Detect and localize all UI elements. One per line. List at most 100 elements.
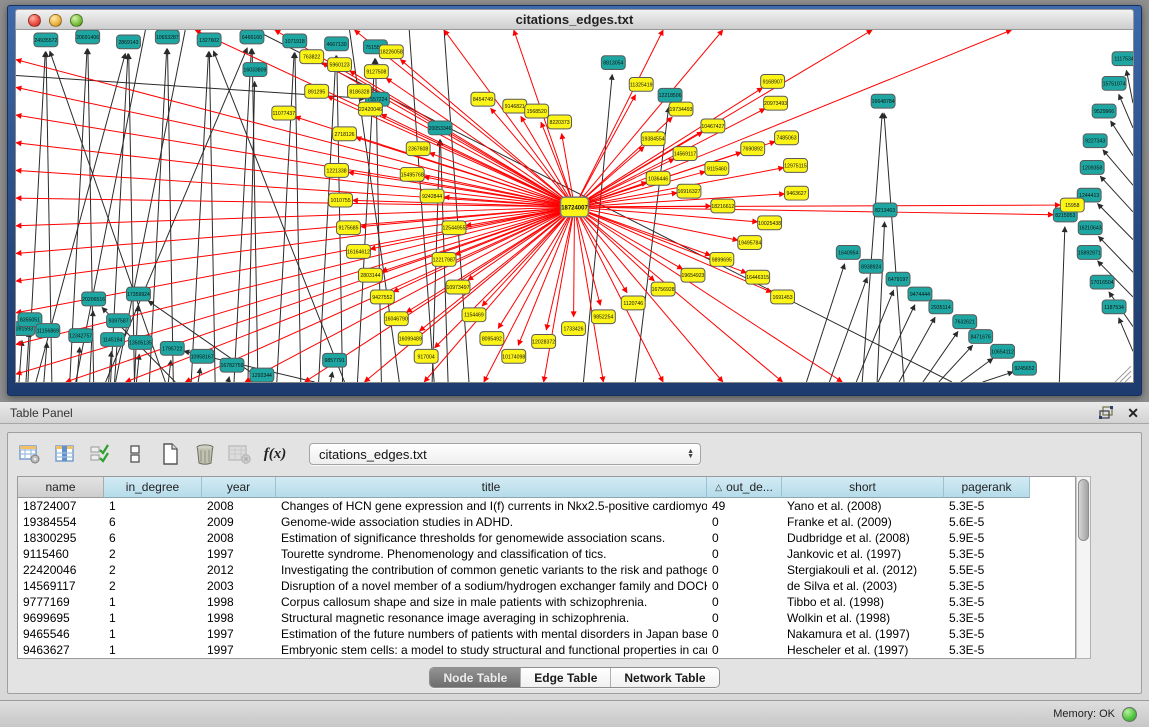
graph-node[interactable]: 15958 (1060, 198, 1084, 212)
graph-node[interactable]: 9427552 (370, 290, 394, 304)
graph-node[interactable]: 9168907 (761, 74, 785, 88)
table-row[interactable]: 1456911722003Disruption of a novel membe… (18, 578, 1075, 594)
graph-node[interactable]: 1292344 (250, 368, 274, 382)
graph-node[interactable]: 9857791 (323, 353, 347, 367)
graph-node[interactable]: 20973493 (764, 96, 788, 110)
table-row[interactable]: 977716911998Corpus callosum shape and si… (18, 594, 1075, 610)
graph-node[interactable]: 9529966 (1092, 104, 1116, 118)
graph-node[interactable]: 8471676 (969, 330, 993, 344)
table-cell[interactable]: 0 (707, 530, 782, 546)
graph-node[interactable]: 1568520 (525, 104, 549, 118)
table-cell[interactable]: 1997 (202, 626, 276, 642)
memory-status-light[interactable] (1122, 707, 1137, 722)
new-document-icon[interactable] (157, 441, 183, 467)
table-cell[interactable]: 18300295 (18, 530, 104, 546)
table-cell[interactable]: 1 (104, 498, 202, 514)
table-cell[interactable]: Estimation of the future numbers of pati… (276, 626, 707, 642)
graph-node[interactable]: 8813054 (601, 56, 625, 70)
graph-node[interactable]: 19384554 (641, 132, 665, 146)
table-cell[interactable]: de Silva et al. (2003) (782, 578, 944, 594)
column-header-name[interactable]: name (18, 477, 104, 498)
table-delete-disabled-icon[interactable] (227, 441, 253, 467)
table-cell[interactable]: 0 (707, 546, 782, 562)
graph-node[interactable]: 9227343 (1083, 134, 1107, 148)
graph-node[interactable]: 2869143 (117, 35, 141, 49)
row-checks-icon[interactable] (87, 441, 113, 467)
graph-node[interactable]: 7690892 (741, 142, 765, 156)
table-row[interactable]: 1872400712008Changes of HCN gene express… (18, 498, 1075, 514)
graph-node[interactable]: 16164612 (347, 245, 371, 259)
graph-node[interactable]: 9175685 (337, 221, 361, 235)
table-cell[interactable]: Investigating the contribution of common… (276, 562, 707, 578)
graph-node[interactable]: 1795722 (160, 341, 184, 355)
table-cell[interactable]: 5.3E-5 (944, 642, 1030, 658)
graph-node[interactable]: 22420046 (358, 102, 382, 116)
table-cell[interactable]: 0 (707, 578, 782, 594)
graph-node[interactable]: 10467427 (701, 119, 725, 133)
graph-node[interactable]: 19654923 (681, 268, 705, 282)
table-cell[interactable]: Franke et al. (2009) (782, 514, 944, 530)
table-cell[interactable]: 9777169 (18, 594, 104, 610)
graph-node[interactable]: 15495768 (400, 167, 424, 181)
table-cell[interactable]: 1997 (202, 546, 276, 562)
graph-node[interactable]: 15892971 (1077, 246, 1101, 260)
graph-node[interactable]: 2803144 (358, 268, 382, 282)
column-header-title[interactable]: title (276, 477, 707, 498)
graph-node[interactable]: 9397587 (107, 314, 131, 328)
table-panel-header[interactable]: Table Panel ✕ (0, 402, 1149, 424)
scrollbar-thumb[interactable] (1078, 479, 1089, 541)
graph-node[interactable]: 763822 (300, 50, 324, 64)
graph-node[interactable]: 11325419 (629, 77, 653, 91)
tab-node-table[interactable]: Node Table (430, 668, 521, 687)
graph-node[interactable]: 10025438 (758, 216, 782, 230)
table-cell[interactable]: 14569117 (18, 578, 104, 594)
graph-hub-node[interactable]: 18724007 (561, 197, 589, 217)
minimize-window-button[interactable] (49, 14, 62, 27)
table-row[interactable]: 911546021997Tourette syndrome. Phenomeno… (18, 546, 1075, 562)
column-header-pagerank[interactable]: pagerank (944, 477, 1030, 498)
graph-node[interactable]: 6466160 (240, 30, 264, 44)
trash-icon[interactable] (192, 441, 218, 467)
graph-node[interactable]: 9115460 (705, 162, 729, 176)
graph-node[interactable]: 8454749 (471, 92, 495, 106)
graph-node[interactable]: 16033809 (243, 63, 267, 77)
table-cell[interactable]: 9115460 (18, 546, 104, 562)
table-cell[interactable]: Structural magnetic resonance image aver… (276, 610, 707, 626)
network-canvas[interactable]: 2493557220691406286914310653287132760264… (15, 30, 1134, 383)
graph-node[interactable]: 8095492 (480, 332, 504, 346)
graph-node[interactable]: 1691453 (771, 290, 795, 304)
table-cell[interactable]: 0 (707, 610, 782, 626)
column-header-in-degree[interactable]: in_degree (104, 477, 202, 498)
table-cell[interactable]: Yano et al. (2008) (782, 498, 944, 514)
table-cell[interactable]: Dudbridge et al. (2008) (782, 530, 944, 546)
table-cell[interactable]: 5.9E-5 (944, 530, 1030, 546)
graph-node[interactable]: 9127508 (364, 65, 388, 79)
table-cell[interactable]: Jankovic et al. (1997) (782, 546, 944, 562)
tab-edge-table[interactable]: Edge Table (521, 668, 611, 687)
table-cell[interactable]: 0 (707, 626, 782, 642)
table-cell[interactable]: 2008 (202, 530, 276, 546)
table-cell[interactable]: 1998 (202, 594, 276, 610)
table-cell[interactable]: 5.5E-5 (944, 562, 1030, 578)
table-cell[interactable]: 5.6E-5 (944, 514, 1030, 530)
graph-node[interactable]: 4667130 (325, 37, 349, 51)
graph-node[interactable]: 16782759 (220, 358, 244, 372)
graph-node[interactable]: 9899695 (710, 252, 734, 266)
column-header-short[interactable]: short (782, 477, 944, 498)
graph-node[interactable]: 1036446 (646, 171, 670, 185)
table-cell[interactable]: 1997 (202, 642, 276, 658)
graph-node[interactable]: 11077437 (272, 106, 296, 120)
graph-node[interactable]: 12218506 (658, 88, 682, 102)
table-cell[interactable]: 5.3E-5 (944, 578, 1030, 594)
graph-node[interactable]: 10958167 (190, 349, 214, 363)
table-cell[interactable]: 5.3E-5 (944, 626, 1030, 642)
graph-node[interactable]: 1640954 (836, 246, 860, 260)
graph-node[interactable]: 20053346 (428, 121, 452, 135)
graph-node[interactable]: 12544955 (442, 221, 466, 235)
table-cell[interactable]: 0 (707, 594, 782, 610)
citation-graph[interactable]: 2493557220691406286914310653287132760264… (16, 30, 1133, 382)
graph-node[interactable]: 1010755 (329, 193, 353, 207)
graph-node[interactable]: 24935572 (34, 33, 58, 47)
table-cell[interactable]: 1 (104, 610, 202, 626)
graph-node[interactable]: 14569117 (673, 147, 697, 161)
